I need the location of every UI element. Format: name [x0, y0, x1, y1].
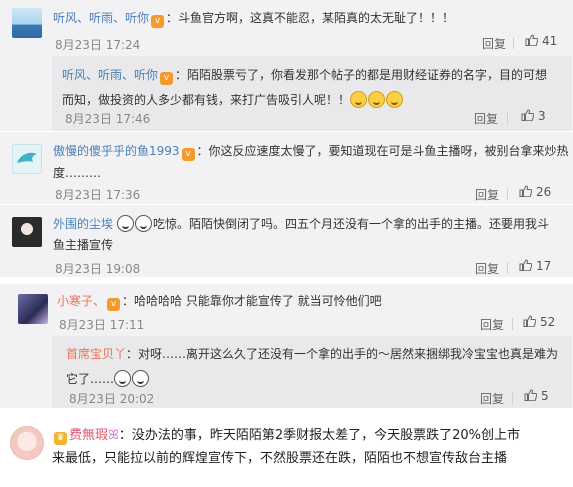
reply-text: 它了……	[66, 372, 115, 386]
laughing-emoji-icon	[386, 91, 404, 108]
vip-badge-icon: v	[107, 298, 121, 311]
thumbs-up-icon	[523, 315, 536, 327]
thumbs-up-icon	[521, 109, 534, 121]
username-link[interactable]: 首席宝贝丫	[66, 347, 126, 361]
reply-card: 首席宝贝丫：对呀……离开这么久了还没有一个拿的出手的～居然来捆绑我冷宝宝也真是难…	[52, 336, 572, 408]
thumbs-up-icon	[519, 259, 532, 271]
shocked-emoji-icon	[114, 370, 132, 387]
like-button[interactable]: 5	[524, 389, 549, 403]
thumbs-up-icon	[524, 389, 537, 401]
username-link[interactable]: 听风、听雨、听你	[62, 68, 158, 82]
reply-text-row: 听风、听雨、听你 v ：陌陌股票亏了，你看发那个帖子的都是用财经证券的名字，目的可想	[62, 68, 547, 85]
reply-text-row: 首席宝贝丫：对呀……离开这么久了还没有一个拿的出手的～居然来捆绑我冷宝宝也真是难…	[66, 347, 558, 361]
vip-badge-icon: v	[160, 72, 174, 85]
crown-badge-icon: ♛	[54, 432, 67, 445]
like-button[interactable]: 17	[519, 259, 551, 273]
comment-text-row: 外围的尘埃 吃惊。陌陌快倒闭了吗。四五个月还没有一个拿的出手的主播。还要用我斗	[53, 215, 549, 232]
reply-button[interactable]: 回复	[474, 110, 498, 127]
like-count: 52	[540, 315, 556, 329]
like-count: 5	[541, 389, 549, 403]
comment-text: 来最低，只能拉以前的辉煌宣传下，不然股票还在跌，陌陌也不想宣传敌台主播	[52, 451, 508, 466]
like-count: 26	[536, 185, 552, 199]
divider	[507, 262, 508, 274]
username-link[interactable]: 小寒子、	[57, 294, 105, 308]
like-count: 41	[542, 34, 558, 48]
comment-text: 鱼主播宣传	[53, 238, 114, 252]
comment-text-row: 度………	[53, 166, 101, 180]
reply-button[interactable]: 回复	[480, 390, 504, 407]
laughing-emoji-icon	[368, 91, 386, 108]
bird-avatar-icon	[17, 152, 37, 163]
comment-text-row: 来最低，只能拉以前的辉煌宣传下，不然股票还在跌，陌陌也不想宣传敌台主播	[52, 447, 507, 470]
comment-card: 外围的尘埃 吃惊。陌陌快倒闭了吗。四五个月还没有一个拿的出手的主播。还要用我斗 鱼…	[0, 205, 573, 277]
like-button[interactable]: 26	[519, 185, 551, 199]
bow-icon: ꕤ	[108, 428, 119, 443]
comment-card: 小寒子、 v ：哈哈哈哈 只能靠你才能宣传了 就当可怜他们吧 8月23日 17:11…	[0, 284, 573, 408]
avatar[interactable]	[12, 8, 42, 38]
comment-text: ：没办法的事，昨天陌陌第2季财报太差了，今天股票跌了20%创上市	[118, 428, 521, 443]
comment-text: ：你这反应速度太慢了，要知道现在可是斗鱼主播呀，被别台拿来炒热	[196, 144, 569, 158]
comment-text: ：斗鱼官方啊，这真不能忍，某陌真的太无耻了！！！	[166, 11, 455, 25]
reply-text-row: 而知，做投资的人多少都有钱，来打广告吸引人呢！！	[62, 91, 404, 108]
comment-text: 度………	[53, 166, 102, 180]
comment-card: 听风、听雨、听你 v ：斗鱼官方啊，这真不能忍，某陌真的太无耻了！！！ 8月23日 …	[0, 0, 573, 131]
reply-text: ：对呀……离开这么久了还没有一个拿的出手的～居然来捆绑我冷宝宝也真是难为	[126, 347, 559, 361]
divider	[507, 188, 508, 200]
reply-text-row: 它了……	[66, 370, 150, 387]
reply-button[interactable]: 回复	[482, 35, 506, 52]
username-link[interactable]: 听风、听雨、听你	[53, 11, 149, 25]
comment-feed: 听风、听雨、听你 v ：斗鱼官方啊，这真不能忍，某陌真的太无耻了！！！ 8月23日 …	[0, 0, 573, 487]
avatar[interactable]	[10, 426, 44, 460]
comment-text-row: 小寒子、 v ：哈哈哈哈 只能靠你才能宣传了 就当可怜他们吧	[57, 294, 382, 311]
reply-card: 听风、听雨、听你 v ：陌陌股票亏了，你看发那个帖子的都是用财经证券的名字，目的可想…	[52, 56, 572, 131]
username-link[interactable]: 费無瑕	[69, 428, 108, 443]
thumbs-up-icon	[525, 34, 538, 46]
divider	[512, 392, 513, 404]
avatar[interactable]	[18, 294, 48, 324]
timestamp: 8月23日 20:02	[69, 392, 155, 406]
comment-text-row: 傲慢的傻乎乎的鱼1993 v ：你这反应速度太慢了，要知道现在可是斗鱼主播呀，被别台…	[53, 144, 569, 161]
timestamp: 8月23日 17:11	[59, 318, 145, 332]
timestamp: 8月23日 19:08	[55, 262, 141, 276]
comment-card: 傲慢的傻乎乎的鱼1993 v ：你这反应速度太慢了，要知道现在可是斗鱼主播呀，被别台…	[0, 132, 573, 204]
avatar[interactable]	[12, 217, 42, 247]
comment-text: ：哈哈哈哈 只能靠你才能宣传了 就当可怜他们吧	[122, 294, 382, 308]
reply-text: ：陌陌股票亏了，你看发那个帖子的都是用财经证券的名字，目的可想	[175, 68, 548, 82]
username-link[interactable]: 外围的尘埃	[53, 217, 113, 231]
divider	[512, 318, 513, 330]
divider	[513, 37, 514, 49]
bottom-comment: ♛ 费無瑕ꕤ：没办法的事，昨天陌陌第2季财报太差了，今天股票跌了20%创上市 来最…	[0, 412, 573, 487]
comment-text-row: ♛ 费無瑕ꕤ：没办法的事，昨天陌陌第2季财报太差了，今天股票跌了20%创上市	[52, 424, 520, 447]
reply-text: 而知，做投资的人多少都有钱，来打广告吸引人呢！！	[62, 93, 351, 107]
comment-text-row: 鱼主播宣传	[53, 238, 113, 252]
username-link[interactable]: 傲慢的傻乎乎的鱼1993	[53, 144, 180, 158]
reply-button[interactable]: 回复	[475, 186, 499, 203]
vip-badge-icon: v	[181, 148, 195, 161]
like-button[interactable]: 41	[525, 34, 557, 48]
like-count: 17	[536, 259, 552, 273]
avatar[interactable]	[12, 144, 42, 174]
thumbs-up-icon	[519, 185, 532, 197]
like-button[interactable]: 52	[523, 315, 555, 329]
timestamp: 8月23日 17:46	[65, 112, 151, 126]
timestamp: 8月23日 17:24	[55, 38, 141, 52]
timestamp: 8月23日 17:36	[55, 188, 141, 202]
shocked-emoji-icon	[135, 215, 153, 232]
like-count: 3	[538, 109, 546, 123]
comment-text: 吃惊。陌陌快倒闭了吗。四五个月还没有一个拿的出手的主播。还要用我斗	[153, 217, 550, 231]
comment-text-row: 听风、听雨、听你 v ：斗鱼官方啊，这真不能忍，某陌真的太无耻了！！！	[53, 11, 454, 28]
laughing-emoji-icon	[350, 91, 368, 108]
reply-button[interactable]: 回复	[475, 260, 499, 277]
like-button[interactable]: 3	[521, 109, 546, 123]
shocked-emoji-icon	[117, 215, 135, 232]
shocked-emoji-icon	[132, 370, 150, 387]
reply-button[interactable]: 回复	[480, 316, 504, 333]
vip-badge-icon: v	[151, 15, 165, 28]
divider	[507, 112, 508, 124]
